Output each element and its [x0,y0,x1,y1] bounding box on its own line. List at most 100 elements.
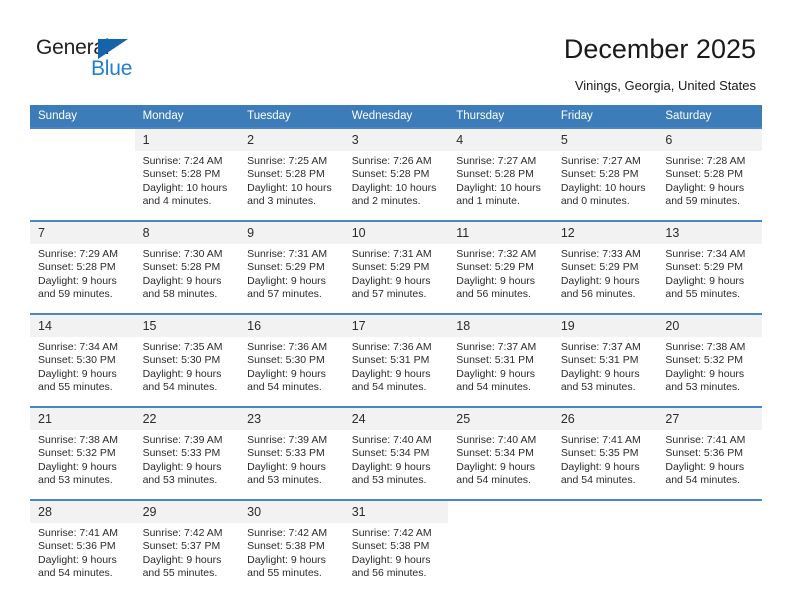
calendar-day-cell[interactable]: 18 Sunrise: 7:37 AM Sunset: 5:31 PM Dayligh… [448,313,553,407]
calendar-day-cell[interactable]: 27 Sunrise: 7:41 AM Sunset: 5:36 PM Dayligh… [657,406,762,500]
daylight-duration-line1: Daylight: 9 hours [38,367,117,380]
calendar-day-cell-empty [552,499,658,586]
calendar-day-cell[interactable]: 30 Sunrise: 7:42 AM Sunset: 5:38 PM Dayligh… [239,499,344,586]
daylight-duration-line1: Daylight: 9 hours [456,274,536,287]
calendar-day-cell[interactable]: 11 Sunrise: 7:32 AM Sunset: 5:29 PM Dayligh… [448,220,553,314]
day-number: 21 [30,408,135,430]
calendar-day-cell[interactable]: 31 Sunrise: 7:42 AM Sunset: 5:38 PM Dayligh… [343,499,449,586]
day-sun-info: Sunrise: 7:36 AM Sunset: 5:31 PM Daylight:… [344,337,449,395]
weekday-header-sunday: Sunday [30,105,135,128]
calendar-day-cell[interactable]: 15 Sunrise: 7:35 AM Sunset: 5:30 PM Dayligh… [134,313,240,407]
weekday-header-tuesday: Tuesday [239,105,344,128]
daylight-duration-line1: Daylight: 9 hours [560,460,640,473]
calendar-day-cell[interactable]: 24 Sunrise: 7:40 AM Sunset: 5:34 PM Dayligh… [343,406,449,500]
calendar-day-cell[interactable]: 21 Sunrise: 7:38 AM Sunset: 5:32 PM Dayligh… [30,406,135,500]
daylight-duration-line1: Daylight: 9 hours [665,367,745,380]
daylight-duration-line1: Daylight: 9 hours [247,553,326,566]
calendar-day-cell[interactable]: 22 Sunrise: 7:39 AM Sunset: 5:33 PM Dayligh… [134,406,240,500]
day-sun-info: Sunrise: 7:42 AM Sunset: 5:38 PM Daylight:… [344,523,449,581]
day-number: 18 [448,315,553,337]
sunrise-time: Sunrise: 7:34 AM [38,341,118,353]
calendar-day-cell[interactable]: 17 Sunrise: 7:36 AM Sunset: 5:31 PM Dayligh… [343,313,449,407]
daylight-duration-line1: Daylight: 9 hours [38,553,117,566]
day-sun-info: Sunrise: 7:35 AM Sunset: 5:30 PM Daylight:… [135,337,240,395]
sunset-time: Sunset: 5:30 PM [142,354,221,367]
calendar-day-cell[interactable]: 25 Sunrise: 7:40 AM Sunset: 5:34 PM Dayligh… [448,406,553,500]
page-subtitle-location: Vinings, Georgia, United States [574,78,756,93]
calendar-day-cell[interactable]: 6 Sunrise: 7:28 AM Sunset: 5:28 PM Daylight… [657,127,762,221]
calendar-day-cell[interactable]: 26 Sunrise: 7:41 AM Sunset: 5:35 PM Dayligh… [552,406,658,500]
sunset-time: Sunset: 5:30 PM [247,354,325,367]
day-sun-info: Sunrise: 7:24 AM Sunset: 5:28 PM Daylight:… [135,151,240,209]
calendar-day-cell[interactable]: 9 Sunrise: 7:31 AM Sunset: 5:29 PM Daylight… [239,220,344,314]
day-sun-info: Sunrise: 7:39 AM Sunset: 5:33 PM Daylight:… [135,430,240,488]
sunset-time: Sunset: 5:28 PM [142,168,221,181]
calendar-day-cell[interactable]: 16 Sunrise: 7:36 AM Sunset: 5:30 PM Dayligh… [239,313,344,407]
calendar-header-row: Sunday Monday Tuesday Wednesday Thursday Frid… [30,105,762,128]
day-number: 3 [343,129,449,151]
day-number: 8 [134,222,240,244]
day-number: 19 [552,315,658,337]
day-number: 11 [448,222,553,244]
sunset-time: Sunset: 5:29 PM [351,261,430,274]
sunset-time: Sunset: 5:28 PM [665,168,744,181]
daylight-duration-line1: Daylight: 9 hours [351,274,431,287]
sunset-time: Sunset: 5:28 PM [456,168,534,181]
daylight-duration-line1: Daylight: 10 hours [247,181,332,194]
calendar-week-row: 14 Sunrise: 7:34 AM Sunset: 5:30 PM Dayligh… [30,313,762,407]
day-number [448,501,553,523]
calendar-day-cell[interactable]: 20 Sunrise: 7:38 AM Sunset: 5:32 PM Dayligh… [657,313,762,407]
calendar-day-cell[interactable]: 4 Sunrise: 7:27 AM Sunset: 5:28 PM Daylight… [448,127,553,221]
calendar-day-cell[interactable]: 10 Sunrise: 7:31 AM Sunset: 5:29 PM Dayligh… [343,220,449,314]
calendar-day-cell[interactable]: 3 Sunrise: 7:26 AM Sunset: 5:28 PM Daylight… [343,127,449,221]
calendar-day-cell[interactable]: 29 Sunrise: 7:42 AM Sunset: 5:37 PM Dayligh… [134,499,240,586]
daylight-duration-line1: Daylight: 9 hours [351,460,431,473]
calendar-day-cell[interactable]: 8 Sunrise: 7:30 AM Sunset: 5:28 PM Daylight… [134,220,240,314]
sunset-time: Sunset: 5:29 PM [665,261,744,274]
day-sun-info: Sunrise: 7:42 AM Sunset: 5:38 PM Daylight:… [239,523,344,581]
daylight-duration-line1: Daylight: 9 hours [456,367,536,380]
sunset-time: Sunset: 5:36 PM [38,540,116,553]
sunrise-time: Sunrise: 7:29 AM [38,248,118,260]
calendar-day-cell[interactable]: 2 Sunrise: 7:25 AM Sunset: 5:28 PM Daylight… [239,127,344,221]
calendar-day-cell[interactable]: 28 Sunrise: 7:41 AM Sunset: 5:36 PM Dayligh… [30,499,135,586]
daylight-duration-line1: Daylight: 9 hours [560,367,640,380]
sunset-time: Sunset: 5:35 PM [560,447,639,460]
sunrise-time: Sunrise: 7:41 AM [560,434,641,446]
calendar-day-cell[interactable]: 14 Sunrise: 7:34 AM Sunset: 5:30 PM Dayligh… [30,313,135,407]
sunrise-time: Sunrise: 7:42 AM [142,527,223,539]
day-sun-info: Sunrise: 7:41 AM Sunset: 5:36 PM Daylight:… [657,430,762,488]
calendar-day-cell[interactable]: 1 Sunrise: 7:24 AM Sunset: 5:28 PM Daylight… [134,127,240,221]
sunrise-time: Sunrise: 7:30 AM [142,248,223,260]
calendar-week-row: 1 Sunrise: 7:24 AM Sunset: 5:28 PM Daylight… [30,127,762,221]
daylight-duration-line2: and 54 minutes. [38,567,113,580]
sunset-time: Sunset: 5:34 PM [351,447,430,460]
calendar-week-row: 21 Sunrise: 7:38 AM Sunset: 5:32 PM Dayligh… [30,406,762,500]
day-number: 24 [343,408,449,430]
general-blue-logo[interactable]: General Blue [36,36,176,82]
day-number: 1 [134,129,240,151]
sunrise-time: Sunrise: 7:36 AM [247,341,328,353]
day-sun-info: Sunrise: 7:32 AM Sunset: 5:29 PM Daylight:… [448,244,553,302]
calendar-day-cell[interactable]: 5 Sunrise: 7:27 AM Sunset: 5:28 PM Daylight… [552,127,658,221]
day-number [552,501,658,523]
calendar-day-cell[interactable]: 12 Sunrise: 7:33 AM Sunset: 5:29 PM Dayligh… [552,220,658,314]
sunset-time: Sunset: 5:32 PM [665,354,744,367]
calendar-day-cell-empty [657,499,762,586]
daylight-duration-line1: Daylight: 9 hours [142,553,222,566]
daylight-duration-line1: Daylight: 10 hours [142,181,228,194]
sunset-time: Sunset: 5:32 PM [38,447,116,460]
daylight-duration-line1: Daylight: 10 hours [351,181,437,194]
day-number: 14 [30,315,135,337]
sunrise-time: Sunrise: 7:37 AM [560,341,641,353]
day-sun-info: Sunrise: 7:37 AM Sunset: 5:31 PM Daylight:… [448,337,553,395]
sunrise-time: Sunrise: 7:38 AM [38,434,118,446]
daylight-duration-line2: and 53 minutes. [665,381,741,394]
calendar-day-cell[interactable]: 23 Sunrise: 7:39 AM Sunset: 5:33 PM Dayligh… [239,406,344,500]
sunrise-time: Sunrise: 7:37 AM [456,341,537,353]
day-number [30,129,135,151]
calendar-day-cell[interactable]: 19 Sunrise: 7:37 AM Sunset: 5:31 PM Dayligh… [552,313,658,407]
calendar-day-cell[interactable]: 7 Sunrise: 7:29 AM Sunset: 5:28 PM Daylight… [30,220,135,314]
calendar-day-cell[interactable]: 13 Sunrise: 7:34 AM Sunset: 5:29 PM Dayligh… [657,220,762,314]
daylight-duration-line2: and 53 minutes. [142,474,218,487]
